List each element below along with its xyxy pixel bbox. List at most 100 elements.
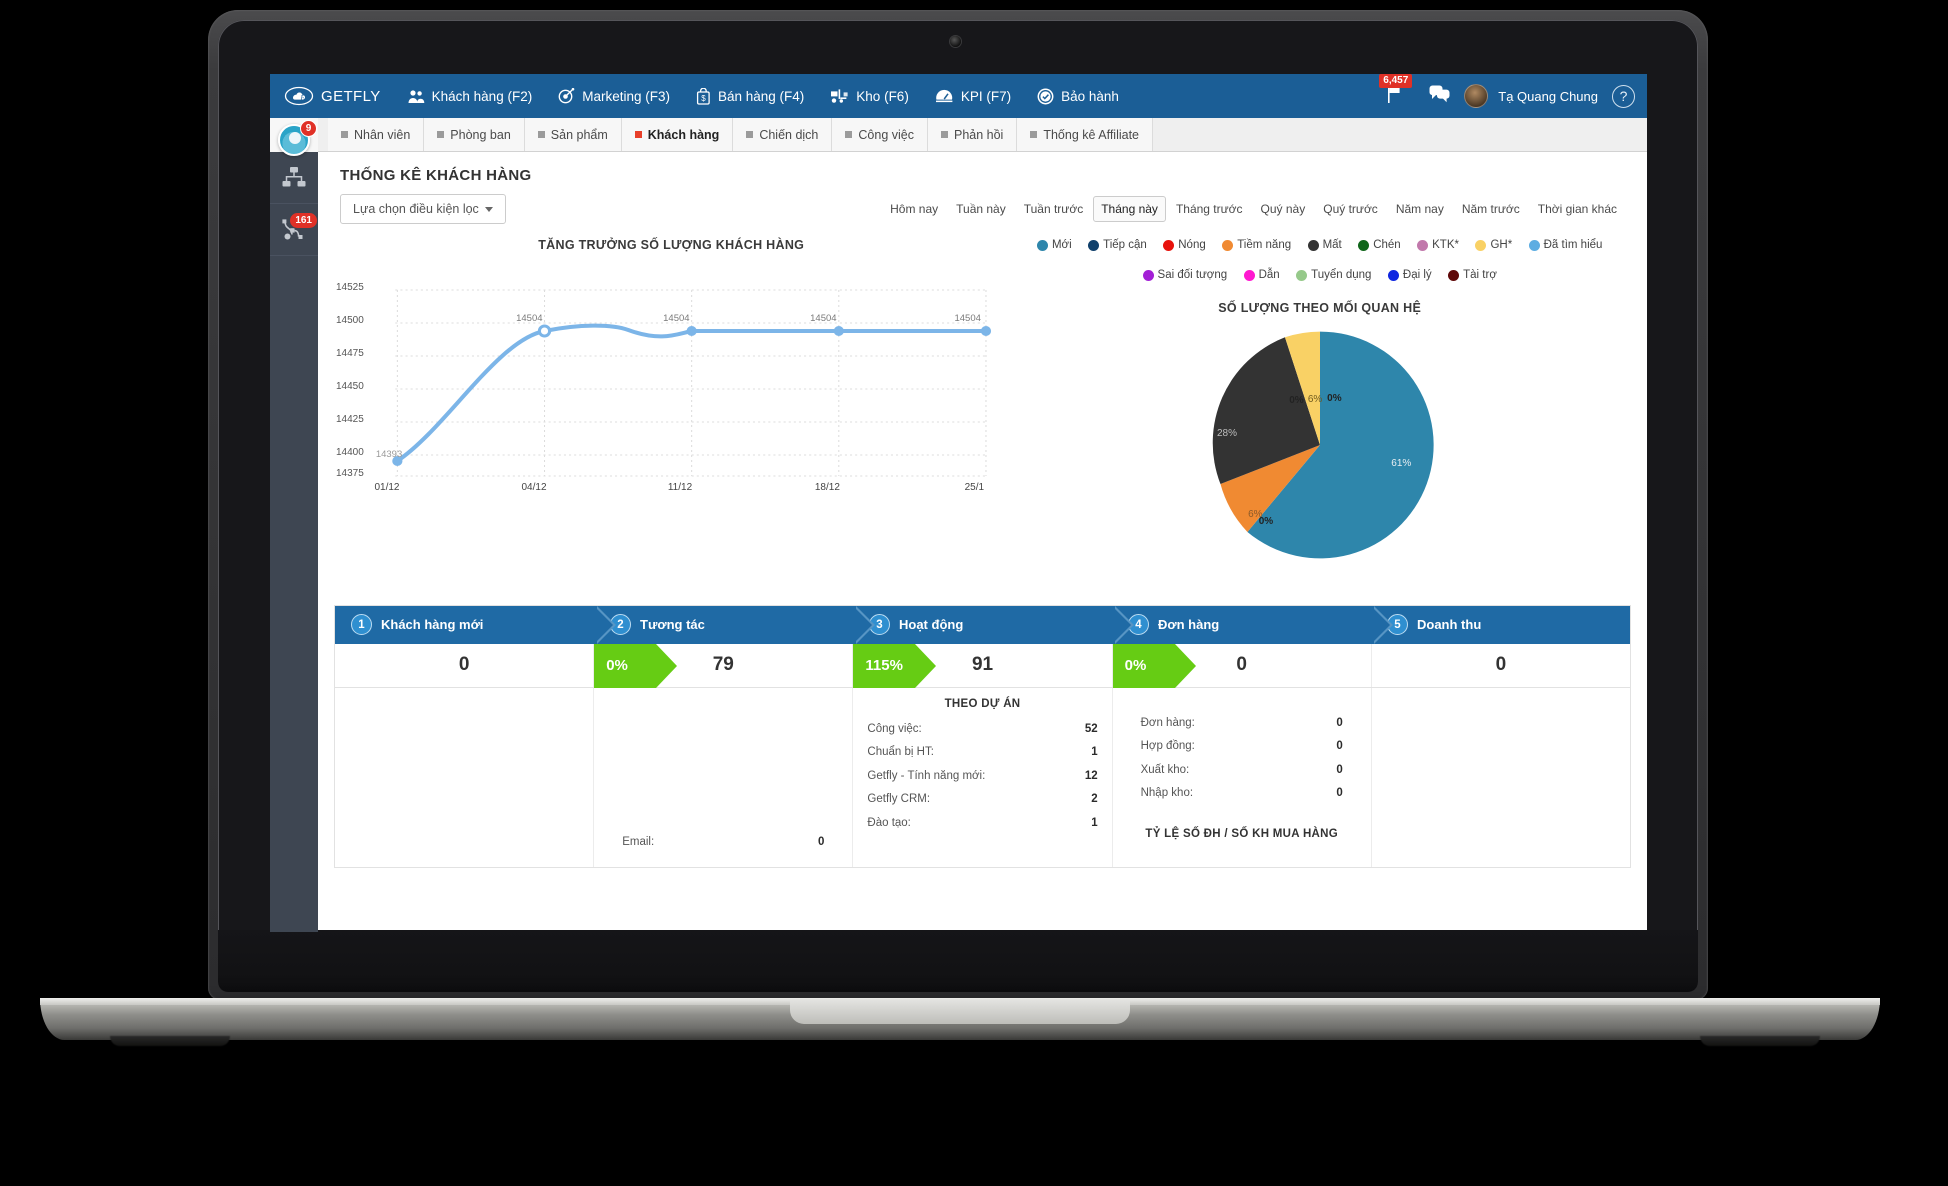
tab-san-pham[interactable]: Sản phẩm (524, 118, 622, 151)
range-nam-truoc[interactable]: Năm trước (1454, 196, 1528, 222)
bullet-icon (1030, 131, 1038, 138)
range-tuan-nay[interactable]: Tuần này (948, 196, 1014, 222)
legend-row-2: Sai đối tượng Dẫn Tuyển dụng Đại lý Tài … (1012, 262, 1627, 292)
funnel-step-3[interactable]: 3 Hoạt động (853, 605, 1134, 644)
legend-dot-icon (1296, 270, 1308, 282)
messages-button[interactable] (1417, 85, 1462, 108)
range-thang-truoc[interactable]: Tháng trước (1168, 196, 1251, 222)
legend-item-sai-doi-tuong[interactable]: Sai đối tượng (1142, 265, 1227, 287)
detail-row: Getfly CRM: 2 (867, 788, 1097, 812)
tab-phan-hoi[interactable]: Phản hồi (927, 118, 1018, 151)
range-thoi-gian-khac[interactable]: Thời gian khác (1530, 196, 1625, 222)
legend-item-ktk[interactable]: KTK* (1417, 235, 1459, 257)
date-range-buttons: Hôm nay Tuần này Tuần trước Tháng này Th… (882, 196, 1625, 222)
legend-label: Tài trợ (1463, 268, 1497, 281)
tab-label: Chiến dịch (759, 127, 819, 142)
range-nam-nay[interactable]: Năm nay (1388, 196, 1452, 222)
detail-row: Email: 0 (608, 831, 838, 855)
legend-dot-icon (1163, 240, 1175, 251)
legend-item-nong[interactable]: Nóng (1163, 235, 1206, 257)
nav-item-khach-hang[interactable]: Khách hàng (F2) (395, 74, 546, 118)
detail-value: 0 (818, 836, 825, 849)
funnel-step-4[interactable]: 4 Đơn hàng (1112, 605, 1393, 644)
detail-row: Hợp đồng: 0 (1127, 735, 1357, 759)
tab-chien-dich[interactable]: Chiến dịch (733, 118, 833, 151)
user-name: Tạ Quang Chung (1498, 88, 1598, 104)
help-icon[interactable]: ? (1612, 84, 1635, 108)
notifications-flag-button[interactable]: 6,457 (1375, 74, 1415, 109)
range-tuan-truoc[interactable]: Tuần trước (1016, 196, 1091, 222)
sidebar-item-workflow[interactable]: 161 (270, 204, 318, 256)
filter-condition-label: Lựa chọn điều kiện lọc (353, 202, 479, 216)
legend-dot-icon (1088, 240, 1100, 251)
funnel-step-label: Đơn hàng (1158, 617, 1220, 633)
tab-cong-viec[interactable]: Công việc (832, 118, 928, 151)
getfly-cloud-icon: F (284, 86, 314, 106)
tab-khach-hang[interactable]: Khách hàng (621, 118, 734, 151)
sidebar-avatar-badge: 9 (300, 120, 317, 137)
legend-item-tiem-nang[interactable]: Tiềm năng (1222, 235, 1291, 257)
detail-row: Công việc: 52 (867, 718, 1097, 742)
bullet-icon (437, 131, 445, 138)
nav-item-kpi[interactable]: KPI (F7) (922, 74, 1024, 118)
detail-row: Đào tạo: 1 (867, 812, 1097, 836)
funnel-step-5[interactable]: 5 Doanh thu (1371, 606, 1630, 644)
nav-item-marketing[interactable]: Marketing (F3) (545, 74, 683, 118)
nav-item-bao-hanh[interactable]: Bảo hành (1024, 74, 1132, 118)
pie-legend: Mới Tiếp cận Nóng Tiềm năng Mất Chén KTK… (1008, 230, 1631, 293)
detail-row: Getfly - Tính năng mới: 12 (867, 765, 1097, 789)
legend-item-mat[interactable]: Mất (1307, 235, 1342, 257)
filter-condition-select[interactable]: Lựa chọn điều kiện lọc (340, 194, 506, 224)
detail-col-5 (1372, 688, 1630, 867)
tab-label: Phòng ban (450, 127, 511, 142)
detail-row: Nhập kho: 0 (1127, 782, 1357, 806)
range-quy-nay[interactable]: Quý này (1253, 196, 1314, 222)
funnel-step-label: Doanh thu (1417, 617, 1482, 633)
nav-item-ban-hang[interactable]: $ Bán hàng (F4) (683, 74, 817, 118)
tab-phong-ban[interactable]: Phòng ban (424, 118, 525, 151)
avatar[interactable] (1464, 84, 1489, 108)
detail-col-4: Đơn hàng: 0 Hợp đồng: 0 Xuất kho: 0 Nhập… (1113, 687, 1372, 867)
funnel-value-3: 115% 91 (853, 643, 1113, 688)
sidebar-item-org-chart[interactable] (270, 152, 318, 204)
tab-nhan-vien[interactable]: Nhân viên (328, 118, 425, 151)
brand-logo[interactable]: F GETFLY (276, 86, 395, 106)
target-icon (558, 88, 575, 104)
detail-value: 2 (1091, 793, 1098, 806)
legend-label: Tiếp cận (1103, 238, 1147, 251)
range-quy-truoc[interactable]: Quý trước (1315, 196, 1386, 222)
funnel-step-label: Tương tác (640, 617, 705, 633)
sidebar-workflow-badge: 161 (289, 212, 318, 229)
laptop-base-notch (790, 1000, 1130, 1024)
detail-label: Đào tạo: (867, 817, 911, 830)
funnel-step-1[interactable]: 1 Khách hàng mới (335, 605, 616, 644)
tab-thong-ke-affiliate[interactable]: Thống kê Affiliate (1017, 118, 1154, 151)
legend-item-dai-ly[interactable]: Đại lý (1387, 265, 1432, 287)
range-hom-nay[interactable]: Hôm nay (882, 196, 946, 222)
funnel-step-label: Khách hàng mới (381, 617, 484, 633)
svg-text:$: $ (701, 94, 706, 103)
funnel-step-2[interactable]: 2 Tương tác (594, 605, 875, 644)
legend-item-gh[interactable]: GH* (1475, 235, 1512, 257)
sidebar-user-avatar-cell[interactable]: 9 (270, 118, 318, 156)
funnel-value: 79 (712, 654, 734, 676)
funnel-step-label: Hoạt động (899, 617, 964, 633)
funnel-pct-4: 0% (1112, 643, 1196, 688)
funnel-value-1: 0 (335, 643, 595, 687)
range-thang-nay[interactable]: Tháng này (1093, 196, 1166, 222)
nav-label: Bảo hành (1061, 88, 1119, 104)
legend-dot-icon (1528, 240, 1540, 251)
legend-item-moi[interactable]: Mới (1036, 235, 1072, 257)
page-title: THỐNG KÊ KHÁCH HÀNG (340, 167, 532, 184)
legend-item-da-tim-hieu[interactable]: Đã tìm hiểu (1528, 235, 1602, 257)
legend-item-tai-tro[interactable]: Tài trợ (1448, 265, 1497, 287)
detail-value: 0 (1336, 740, 1343, 753)
legend-row-1: Mới Tiếp cận Nóng Tiềm năng Mất Chén KTK… (1012, 232, 1627, 262)
gauge-icon (935, 89, 953, 103)
legend-item-chen[interactable]: Chén (1358, 235, 1401, 257)
legend-item-tiep-can[interactable]: Tiếp cận (1088, 235, 1147, 257)
legend-item-dan[interactable]: Dẫn (1243, 265, 1280, 287)
nav-item-kho[interactable]: Kho (F6) (817, 74, 922, 118)
legend-item-tuyen-dung[interactable]: Tuyển dụng (1296, 265, 1371, 287)
detail-value: 1 (1091, 817, 1098, 830)
